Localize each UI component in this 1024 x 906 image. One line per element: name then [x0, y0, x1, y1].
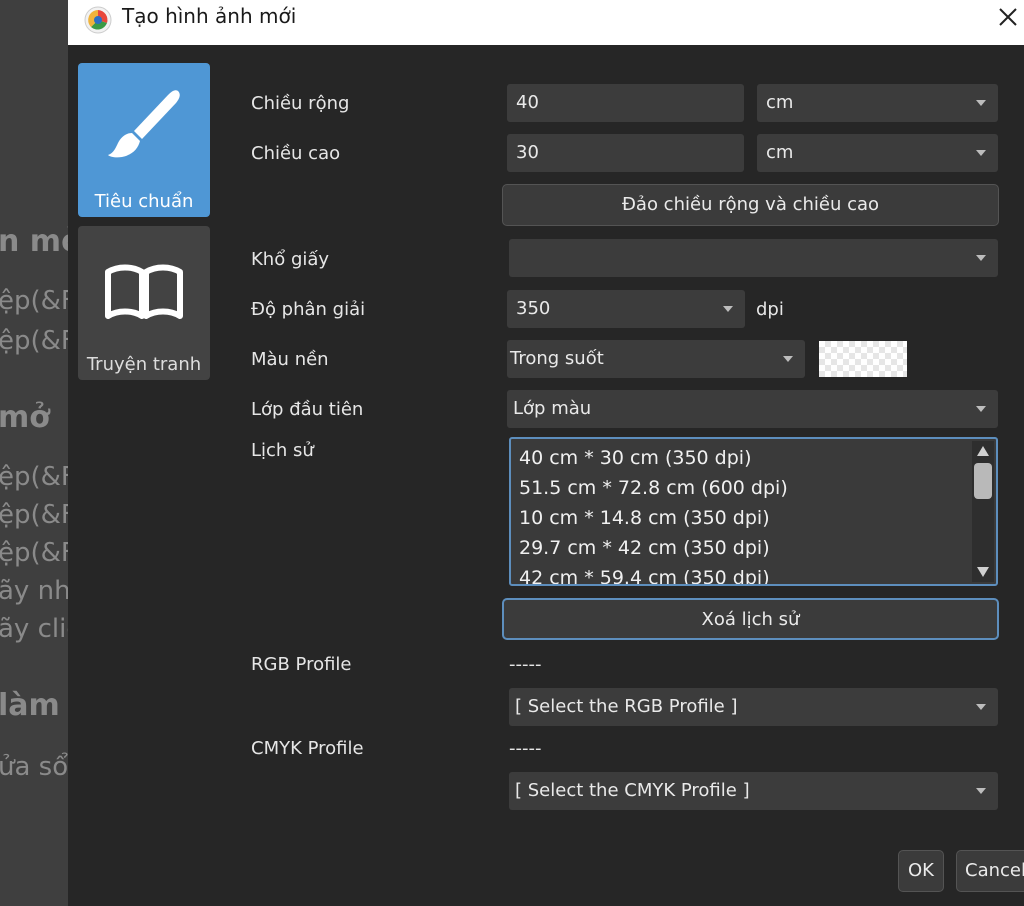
height-label: Chiều cao: [251, 143, 341, 164]
background-text: ãy clic: [0, 614, 70, 644]
rgb-profile-select-value: [ Select the RGB Profile ]: [515, 696, 738, 717]
open-book-icon: [105, 264, 183, 319]
first-layer-select[interactable]: Lớp màu: [507, 390, 998, 428]
width-label: Chiều rộng: [251, 93, 350, 114]
resolution-value: 350: [516, 298, 551, 319]
scrollbar-thumb[interactable]: [974, 463, 992, 499]
chevron-down-icon: [783, 356, 793, 362]
width-unit-select[interactable]: cm: [757, 84, 998, 122]
background-text: ệp(&F: [0, 326, 70, 356]
first-layer-value: Lớp màu: [513, 398, 592, 419]
background-text: làm: [0, 688, 60, 723]
background-color-select[interactable]: Trong suốt: [507, 340, 805, 378]
nav-label-standard: Tiêu chuẩn: [94, 191, 194, 212]
history-item[interactable]: 40 cm * 30 cm (350 dpi): [519, 447, 752, 469]
width-input[interactable]: 40: [507, 84, 744, 122]
background-color-label: Màu nền: [251, 349, 329, 370]
new-image-dialog: Tạo hình ảnh mới Tiêu chuẩn Truyện tranh…: [68, 0, 1024, 906]
history-list[interactable]: 40 cm * 30 cm (350 dpi) 51.5 cm * 72.8 c…: [509, 437, 998, 586]
chevron-down-icon: [723, 306, 733, 312]
chevron-down-icon: [976, 406, 986, 412]
chevron-down-icon: [976, 255, 986, 261]
ok-button[interactable]: OK: [898, 850, 944, 892]
scroll-up-icon[interactable]: [976, 445, 990, 457]
nav-tab-comic[interactable]: Truyện tranh: [78, 226, 210, 380]
history-scrollbar[interactable]: [972, 441, 994, 582]
history-item[interactable]: 42 cm * 59.4 cm (350 dpi): [519, 567, 770, 584]
resolution-combobox[interactable]: 350: [507, 290, 745, 328]
background-text: ệp(&F: [0, 538, 70, 568]
clear-history-button[interactable]: Xoá lịch sử: [502, 598, 999, 640]
height-unit-select[interactable]: cm: [757, 134, 998, 172]
background-text: ệp(&F: [0, 462, 70, 492]
background-text: ãy nhấ: [0, 576, 70, 606]
rgb-profile-select[interactable]: [ Select the RGB Profile ]: [509, 688, 998, 726]
paintbrush-icon: [108, 90, 180, 158]
background-document: n mở ệp(&F ệp(&F mở ệp(&F ệp(&F ệp(&F ãy…: [0, 0, 70, 906]
height-unit-value: cm: [766, 142, 794, 163]
paper-size-select[interactable]: [509, 239, 998, 277]
background-color-value: Trong suốt: [510, 348, 604, 369]
background-text: n mở: [0, 224, 70, 259]
dialog-title: Tạo hình ảnh mới: [122, 4, 297, 28]
chevron-down-icon: [976, 704, 986, 710]
cmyk-profile-label: CMYK Profile: [251, 738, 364, 759]
history-label: Lịch sử: [251, 440, 314, 461]
cmyk-profile-select[interactable]: [ Select the CMYK Profile ]: [509, 772, 998, 810]
history-item[interactable]: 10 cm * 14.8 cm (350 dpi): [519, 507, 770, 529]
first-layer-label: Lớp đầu tiên: [251, 399, 364, 420]
chevron-down-icon: [976, 100, 986, 106]
width-unit-value: cm: [766, 92, 794, 113]
cmyk-profile-value: -----: [509, 738, 542, 759]
background-text: ệp(&F: [0, 500, 70, 530]
dialog-titlebar: Tạo hình ảnh mới: [68, 0, 1024, 45]
cancel-button[interactable]: Cancel: [956, 850, 1024, 892]
background-color-swatch[interactable]: [819, 341, 907, 377]
chevron-down-icon: [976, 150, 986, 156]
cmyk-profile-select-value: [ Select the CMYK Profile ]: [515, 780, 750, 801]
resolution-unit: dpi: [756, 299, 784, 320]
height-input[interactable]: 30: [507, 134, 744, 172]
history-item[interactable]: 51.5 cm * 72.8 cm (600 dpi): [519, 477, 788, 499]
close-icon[interactable]: [976, 0, 1024, 36]
chevron-down-icon: [976, 788, 986, 794]
nav-label-comic: Truyện tranh: [86, 354, 202, 375]
scroll-down-icon[interactable]: [976, 566, 990, 578]
background-text: mở: [0, 400, 50, 435]
swap-dimensions-button[interactable]: Đảo chiều rộng và chiều cao: [502, 184, 999, 226]
paper-size-label: Khổ giấy: [251, 249, 330, 270]
history-item[interactable]: 29.7 cm * 42 cm (350 dpi): [519, 537, 770, 559]
nav-tab-standard[interactable]: Tiêu chuẩn: [78, 63, 210, 217]
background-text: ệp(&F: [0, 286, 70, 316]
rgb-profile-value: -----: [509, 654, 542, 675]
app-logo-icon: [84, 6, 112, 34]
background-text: ửa sổ: [0, 752, 69, 782]
resolution-label: Độ phân giải: [251, 299, 366, 320]
rgb-profile-label: RGB Profile: [251, 654, 352, 675]
